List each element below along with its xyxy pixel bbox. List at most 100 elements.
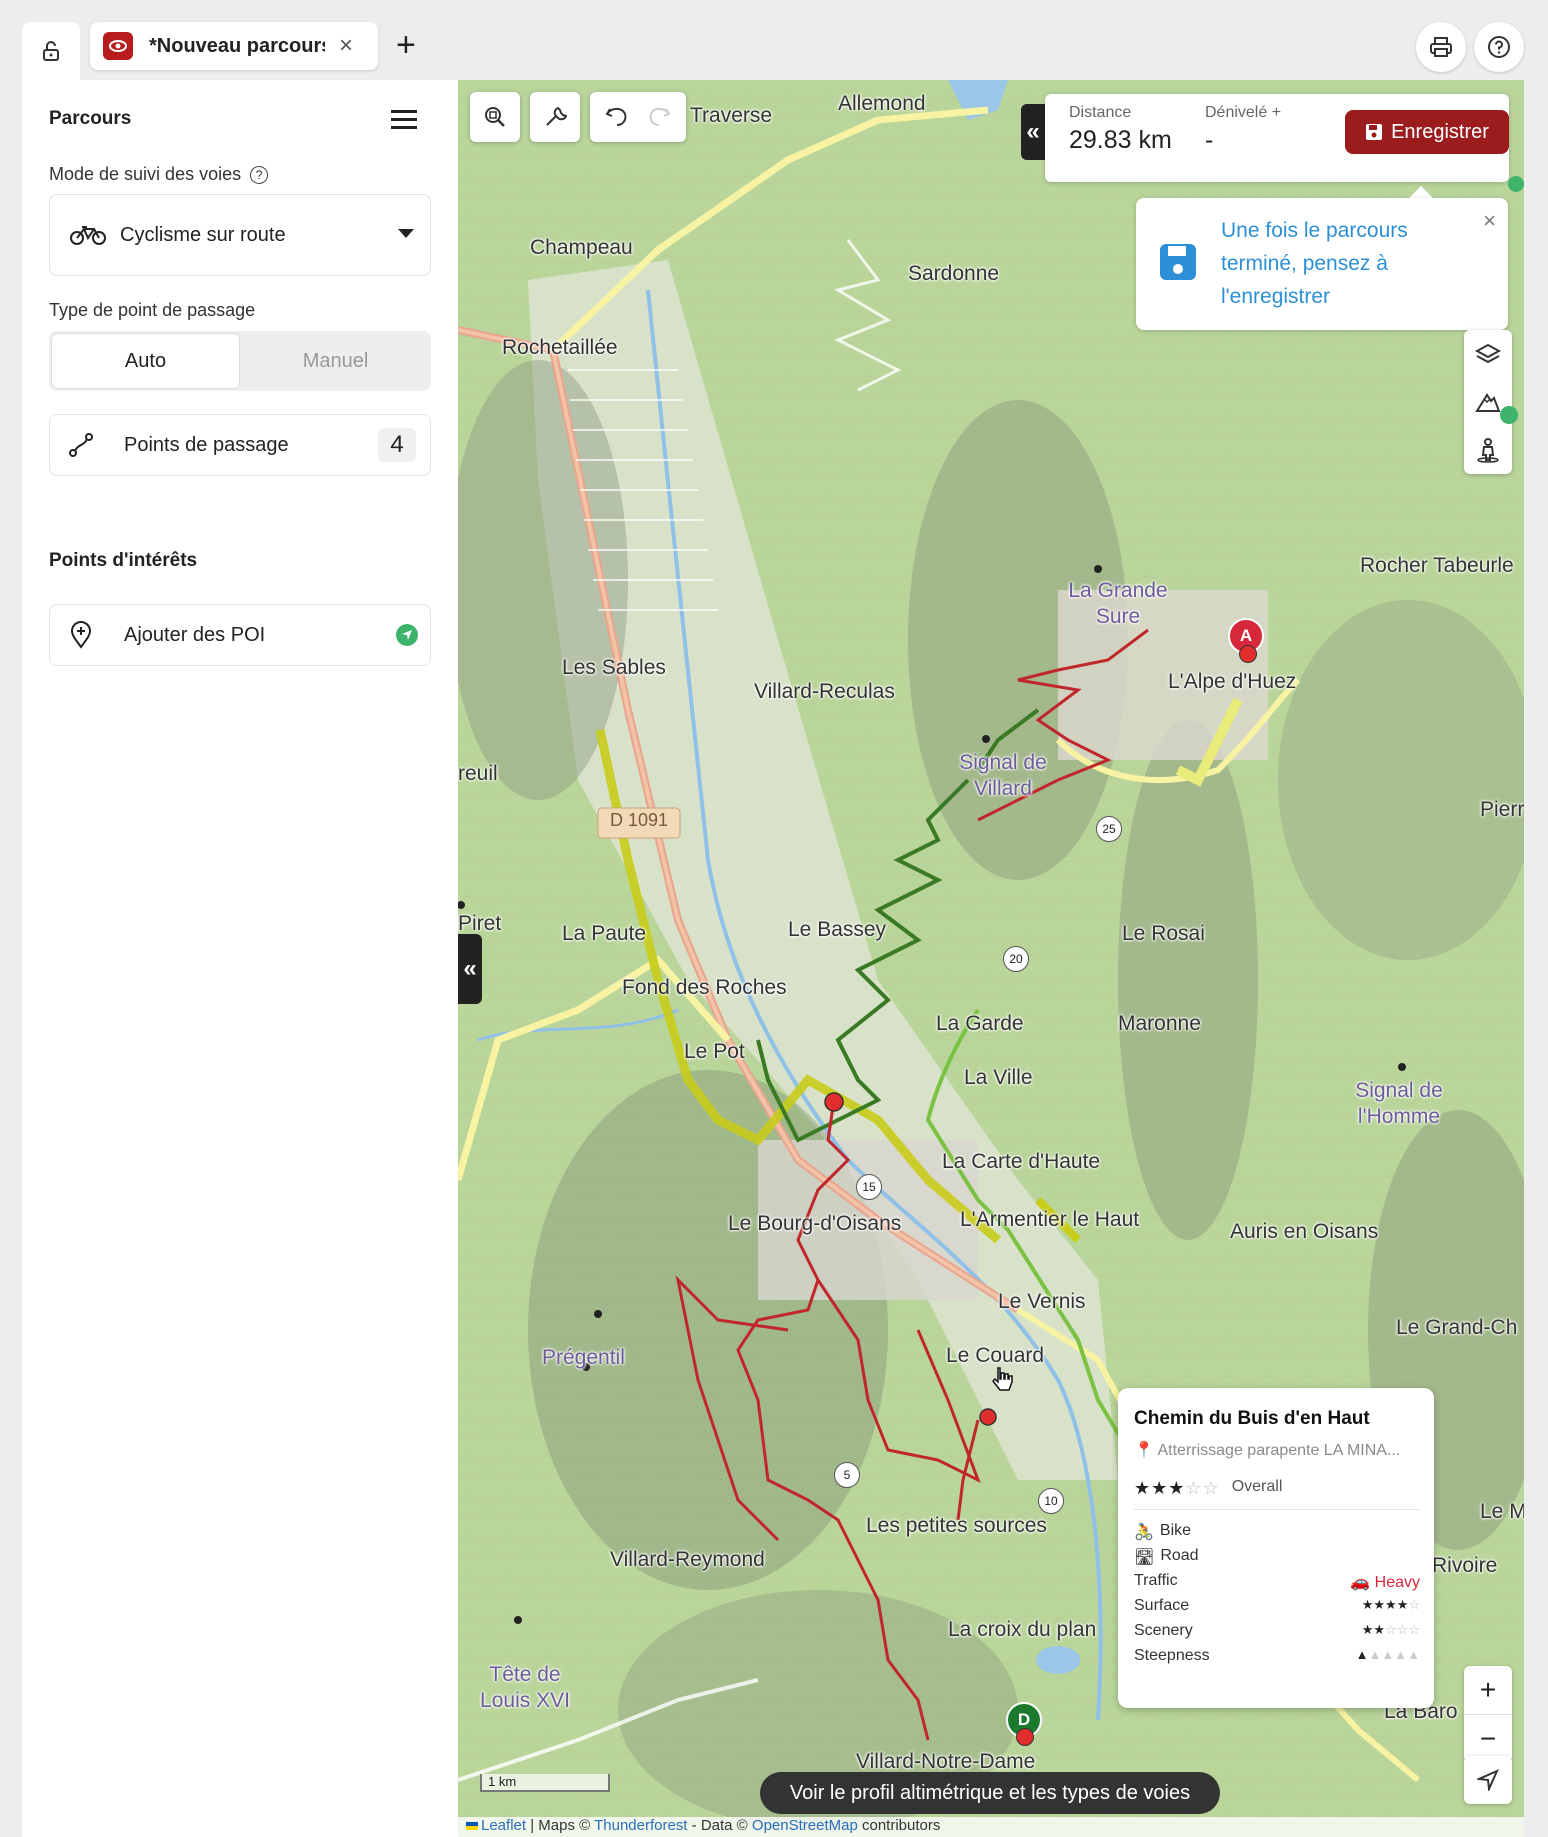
scale-bar: 1 km <box>480 1774 610 1792</box>
tab-bar: *Nouveau parcours × + <box>0 0 1548 80</box>
bike-row: 🚴 Bike <box>1134 1522 1192 1541</box>
place-label: reuil <box>458 762 498 785</box>
peak-label: La Grande Sure <box>1068 579 1168 628</box>
mode-select[interactable]: Cyclisme sur route <box>49 194 431 276</box>
expand-sidebar-button[interactable]: « <box>458 934 482 1004</box>
end-waypoint-dot[interactable] <box>1016 1728 1034 1746</box>
collapse-stats-button[interactable]: « <box>1021 104 1045 160</box>
tab-title: *Nouveau parcours <box>149 34 325 57</box>
steepness-row: Steepness ▲▲▲▲▲ <box>1134 1647 1420 1665</box>
location-badge-icon <box>1500 406 1518 424</box>
steepness-triangles: ▲▲▲▲▲ <box>1355 1647 1420 1662</box>
print-button[interactable] <box>1416 22 1466 72</box>
elevation-profile-button[interactable]: Voir le profil altimétrique et les types… <box>760 1772 1220 1814</box>
leaflet-link[interactable]: Leaflet <box>481 1817 526 1834</box>
navigation-arrow-icon <box>1477 1769 1499 1791</box>
place-label: Sardonne <box>908 262 1000 285</box>
thunderforest-link[interactable]: Thunderforest <box>594 1817 687 1834</box>
add-poi-row[interactable]: Ajouter des POI <box>49 604 431 666</box>
zoom-in-button[interactable]: + <box>1464 1666 1512 1715</box>
traffic-label: Traffic <box>1134 1572 1178 1589</box>
peak-label: Prégentil <box>542 1346 625 1369</box>
lock-icon <box>43 41 59 61</box>
close-tip-icon[interactable]: × <box>1483 208 1496 234</box>
tools-button[interactable] <box>530 92 580 142</box>
floppy-icon <box>1366 124 1383 140</box>
place-label: Le Couard <box>946 1344 1045 1367</box>
place-label: Les Sables <box>562 656 666 679</box>
menu-icon[interactable] <box>391 110 417 134</box>
km-marker: 5 <box>834 1462 860 1488</box>
mode-label: Mode de suivi des voies <box>49 164 242 184</box>
place-label: Le Bassey <box>788 918 887 941</box>
mountain-icon <box>1475 393 1501 412</box>
route-stats-panel: Distance 29.83 km Dénivelé + - Enregistr… <box>1045 94 1509 182</box>
street-view-button[interactable] <box>1464 426 1512 474</box>
mode-label-row: Mode de suivi des voies ? <box>49 164 269 185</box>
undo-icon[interactable] <box>604 105 630 129</box>
layers-button[interactable] <box>1464 330 1512 378</box>
map-pin-plus-icon <box>70 621 92 649</box>
pegman-icon <box>1477 438 1499 463</box>
waypoint-type-toggle: Auto Manuel <box>49 331 431 391</box>
place-label: Rochetaillée <box>502 336 618 359</box>
place-label: Le Rosai <box>1122 922 1205 945</box>
caret-down-icon <box>398 229 414 238</box>
place-label: Le M <box>1480 1500 1524 1523</box>
place-label: Le Bourg-d'Oisans <box>728 1212 902 1235</box>
waypoint-manual-option[interactable]: Manuel <box>242 333 429 389</box>
add-tab-button[interactable]: + <box>396 28 416 62</box>
scenery-row: Scenery ★★☆☆☆ <box>1134 1622 1420 1640</box>
bicycle-icon <box>70 226 106 245</box>
ukraine-flag-icon <box>466 1822 478 1830</box>
pin-icon: 📍 <box>1134 1442 1154 1459</box>
distance-value: 29.83 km <box>1069 126 1172 154</box>
osm-link[interactable]: OpenStreetMap <box>752 1817 858 1834</box>
help-button[interactable] <box>1474 22 1524 72</box>
km-marker: 10 <box>1038 1488 1064 1514</box>
help-circle-icon[interactable]: ? <box>250 166 269 185</box>
place-label: La croix du plan <box>948 1618 1097 1641</box>
save-tip: Une fois le parcours terminé, pensez à l… <box>1136 198 1508 330</box>
map-attribution: Leaflet | Maps © Thunderforest - Data © … <box>458 1817 1524 1837</box>
km-marker: 15 <box>856 1174 882 1200</box>
map-view[interactable]: Traverse Allemond Champeau Sardonne Roch… <box>458 80 1524 1837</box>
location-badge-icon <box>1508 176 1524 192</box>
zoom-search-button[interactable] <box>470 92 520 142</box>
layers-icon <box>1475 343 1501 364</box>
save-button[interactable]: Enregistrer <box>1345 110 1509 154</box>
place-label: Le Grand-Ch <box>1396 1316 1518 1339</box>
layer-controls <box>1464 330 1512 474</box>
tip-arrow <box>1409 186 1433 198</box>
waypoints-row[interactable]: Points de passage 4 <box>49 414 431 476</box>
traffic-row: Traffic 🚗 Heavy <box>1134 1572 1420 1592</box>
scenery-stars: ★★☆☆☆ <box>1361 1622 1420 1637</box>
place-label: Le Pot <box>684 1040 745 1063</box>
popup-title: Chemin du Buis d'en Haut <box>1134 1408 1370 1429</box>
overall-label: Overall <box>1231 1478 1283 1495</box>
start-waypoint-dot[interactable] <box>1239 645 1257 663</box>
locate-button[interactable] <box>1464 1756 1512 1804</box>
eye-icon <box>103 32 133 60</box>
place-label: Rivoire <box>1432 1554 1498 1577</box>
waypoints-label: Points de passage <box>124 433 289 456</box>
elevation-label: Dénivelé + <box>1205 104 1282 121</box>
place-label: La Paute <box>562 922 647 945</box>
save-label: Enregistrer <box>1391 120 1489 143</box>
place-label: L'Armentier le Haut <box>960 1208 1140 1231</box>
place-label: Piret <box>458 912 502 935</box>
place-label: Villard-Notre-Dame <box>856 1750 1036 1773</box>
place-label: Allemond <box>838 92 926 115</box>
lock-tab[interactable] <box>22 22 80 80</box>
waypoint-auto-option[interactable]: Auto <box>51 333 240 389</box>
overall-stars: ★★★☆☆ <box>1134 1478 1220 1498</box>
redo-icon[interactable] <box>646 105 672 129</box>
wrench-icon <box>546 106 567 126</box>
document-tab[interactable]: *Nouveau parcours × <box>90 22 378 70</box>
waypoints-count: 4 <box>378 428 416 462</box>
place-label: La Carte d'Haute <box>942 1150 1101 1173</box>
close-tab-icon[interactable]: × <box>339 34 353 58</box>
help-icon <box>1488 36 1510 58</box>
poi-title: Points d'intérêts <box>49 550 198 571</box>
surface-label: Surface <box>1134 1597 1190 1614</box>
